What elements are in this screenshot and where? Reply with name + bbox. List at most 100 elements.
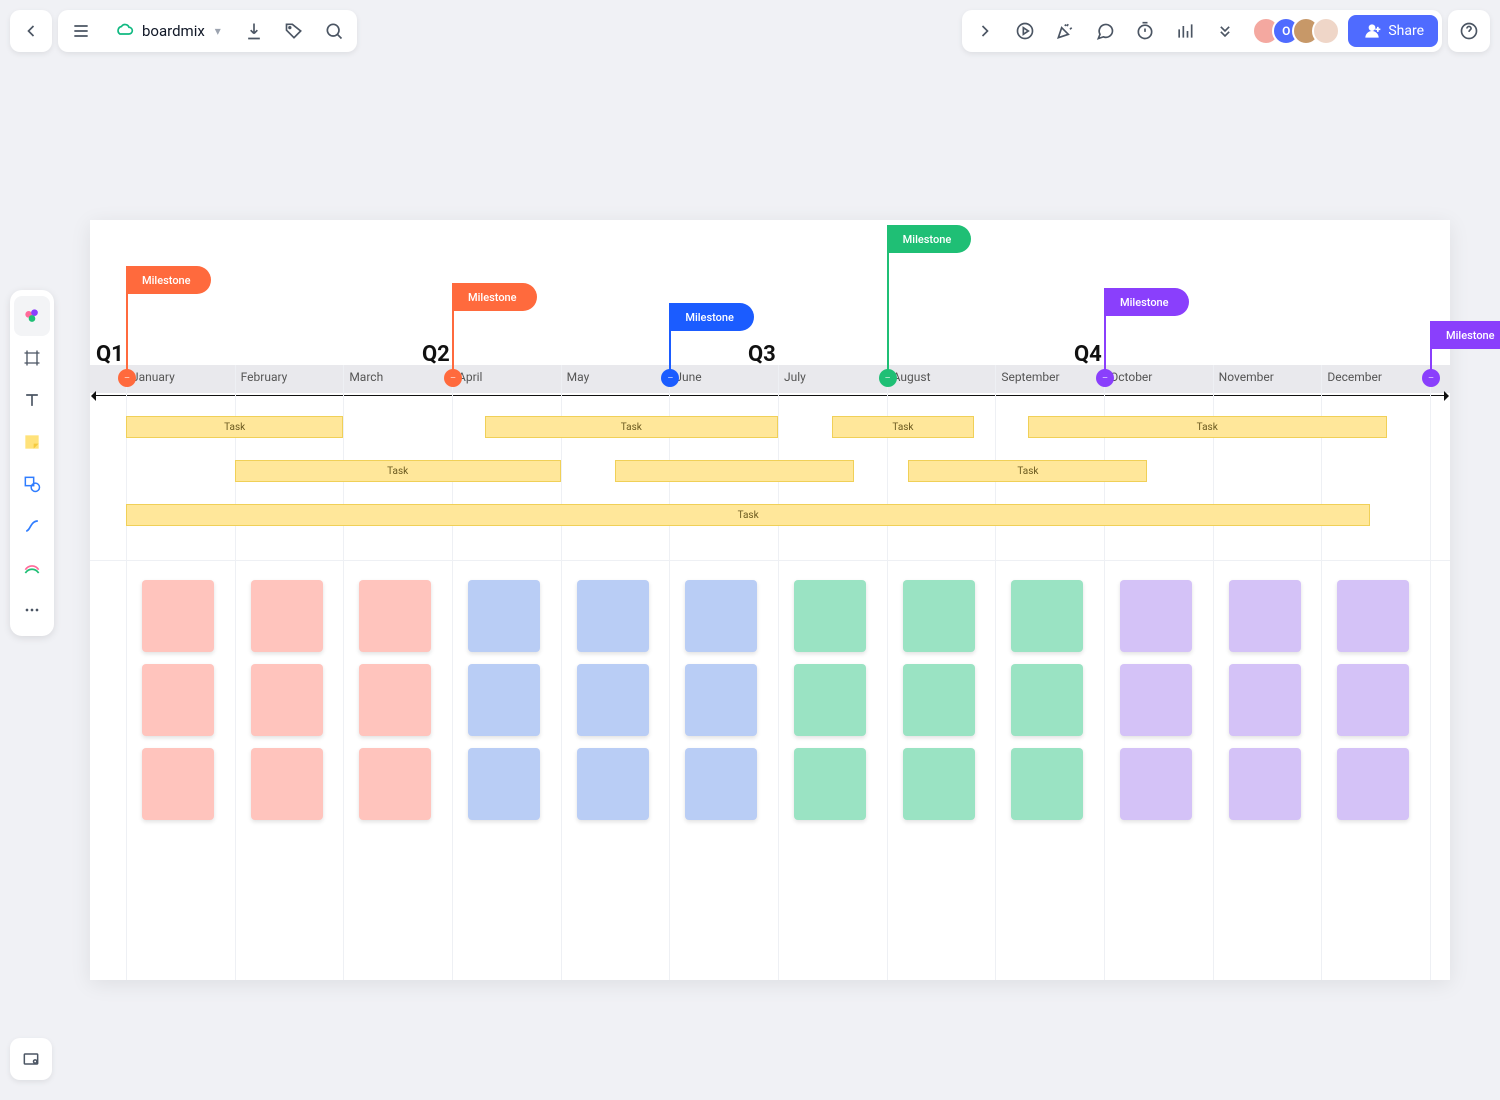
- sticky-card[interactable]: [577, 748, 649, 820]
- month-divider: [126, 365, 127, 980]
- quarter-label: Q3: [748, 342, 776, 367]
- milestone-label: Milestone: [126, 266, 211, 294]
- milestone-node: —: [444, 369, 462, 387]
- month-divider: [452, 365, 453, 980]
- month-label: August: [893, 370, 931, 384]
- gantt-task[interactable]: Task: [908, 460, 1147, 482]
- quarter-label: Q4: [1074, 342, 1102, 367]
- month-label: November: [1219, 370, 1274, 384]
- quarter-label: Q1: [96, 342, 124, 367]
- minimap-button[interactable]: [10, 1038, 52, 1080]
- timeline-axis: [92, 395, 1448, 396]
- frame-tool[interactable]: [14, 338, 50, 378]
- document-title-dropdown[interactable]: boardmix ▾: [102, 19, 233, 43]
- connector-tool[interactable]: [14, 506, 50, 546]
- quarter-label: Q2: [422, 342, 450, 367]
- comment-button[interactable]: [1086, 12, 1124, 50]
- sticky-card[interactable]: [903, 580, 975, 652]
- sticky-card[interactable]: [1120, 748, 1192, 820]
- milestone-label: Milestone: [452, 283, 537, 311]
- sticky-card[interactable]: [685, 664, 757, 736]
- shape-tool[interactable]: [14, 464, 50, 504]
- month-label: July: [784, 370, 806, 384]
- sticky-card[interactable]: [251, 580, 323, 652]
- sticky-card[interactable]: [685, 748, 757, 820]
- document-title: boardmix: [142, 22, 205, 40]
- sticky-card[interactable]: [685, 580, 757, 652]
- sticky-card[interactable]: [577, 580, 649, 652]
- sticky-card[interactable]: [142, 748, 214, 820]
- present-button[interactable]: [1006, 12, 1044, 50]
- sticky-note-tool[interactable]: [14, 422, 50, 462]
- month-divider: [235, 365, 236, 980]
- gantt-task[interactable]: Task: [235, 460, 561, 482]
- expand-button[interactable]: [966, 12, 1004, 50]
- sticky-card[interactable]: [359, 580, 431, 652]
- sticky-card[interactable]: [1120, 580, 1192, 652]
- sticky-card[interactable]: [903, 748, 975, 820]
- sticky-card[interactable]: [359, 664, 431, 736]
- download-button[interactable]: [235, 12, 273, 50]
- month-label: December: [1327, 370, 1382, 384]
- avatar: [1312, 17, 1340, 45]
- sticky-card[interactable]: [468, 580, 540, 652]
- sticky-card[interactable]: [142, 664, 214, 736]
- sticky-card[interactable]: [1011, 580, 1083, 652]
- sticky-card[interactable]: [794, 748, 866, 820]
- sticky-card[interactable]: [794, 580, 866, 652]
- search-button[interactable]: [315, 12, 353, 50]
- sticky-card[interactable]: [468, 664, 540, 736]
- gantt-task[interactable]: Task: [126, 504, 1370, 526]
- canvas-board[interactable]: JanuaryFebruaryMarchAprilMayJuneJulyAugu…: [90, 220, 1450, 980]
- sticky-card[interactable]: [577, 664, 649, 736]
- celebrate-button[interactable]: [1046, 12, 1084, 50]
- month-divider: [1430, 365, 1431, 980]
- help-button[interactable]: [1448, 10, 1490, 52]
- month-label: March: [349, 370, 383, 384]
- gantt-task[interactable]: Task: [485, 416, 778, 438]
- milestone-node: —: [1096, 369, 1114, 387]
- text-tool[interactable]: [14, 380, 50, 420]
- sticky-card[interactable]: [251, 748, 323, 820]
- sticky-card[interactable]: [1229, 664, 1301, 736]
- sticky-card[interactable]: [359, 748, 431, 820]
- pen-tool[interactable]: [14, 548, 50, 588]
- milestone-label: Milestone: [1104, 288, 1189, 316]
- sticky-card[interactable]: [1120, 664, 1192, 736]
- share-label: Share: [1388, 23, 1424, 39]
- select-tool[interactable]: [14, 296, 50, 336]
- sticky-card[interactable]: [1337, 748, 1409, 820]
- month-label: January: [132, 370, 175, 384]
- left-toolbar: [10, 290, 54, 636]
- gantt-task[interactable]: Task: [832, 416, 973, 438]
- timer-button[interactable]: [1126, 12, 1164, 50]
- milestone-label: Milestone: [1430, 321, 1500, 349]
- tag-button[interactable]: [275, 12, 313, 50]
- gantt-task[interactable]: Task: [126, 416, 343, 438]
- sticky-card[interactable]: [1229, 748, 1301, 820]
- sticky-card[interactable]: [142, 580, 214, 652]
- more-apps-button[interactable]: [1206, 12, 1244, 50]
- milestone-node: —: [118, 369, 136, 387]
- sticky-card[interactable]: [1011, 748, 1083, 820]
- sticky-card[interactable]: [903, 664, 975, 736]
- more-tools[interactable]: [14, 590, 50, 630]
- back-button[interactable]: [10, 10, 52, 52]
- month-divider: [1321, 365, 1322, 980]
- sticky-card[interactable]: [468, 748, 540, 820]
- month-divider: [1104, 365, 1105, 980]
- sticky-card[interactable]: [794, 664, 866, 736]
- cloud-sync-icon: [114, 19, 134, 43]
- vote-button[interactable]: [1166, 12, 1204, 50]
- gantt-task[interactable]: [615, 460, 854, 482]
- sticky-card[interactable]: [1337, 580, 1409, 652]
- sticky-card[interactable]: [1011, 664, 1083, 736]
- gantt-task[interactable]: Task: [1028, 416, 1387, 438]
- sticky-card[interactable]: [1337, 664, 1409, 736]
- month-label: February: [241, 370, 288, 384]
- menu-button[interactable]: [62, 12, 100, 50]
- sticky-card[interactable]: [251, 664, 323, 736]
- share-button[interactable]: Share: [1348, 15, 1438, 47]
- collaborator-avatars[interactable]: O: [1246, 17, 1346, 45]
- sticky-card[interactable]: [1229, 580, 1301, 652]
